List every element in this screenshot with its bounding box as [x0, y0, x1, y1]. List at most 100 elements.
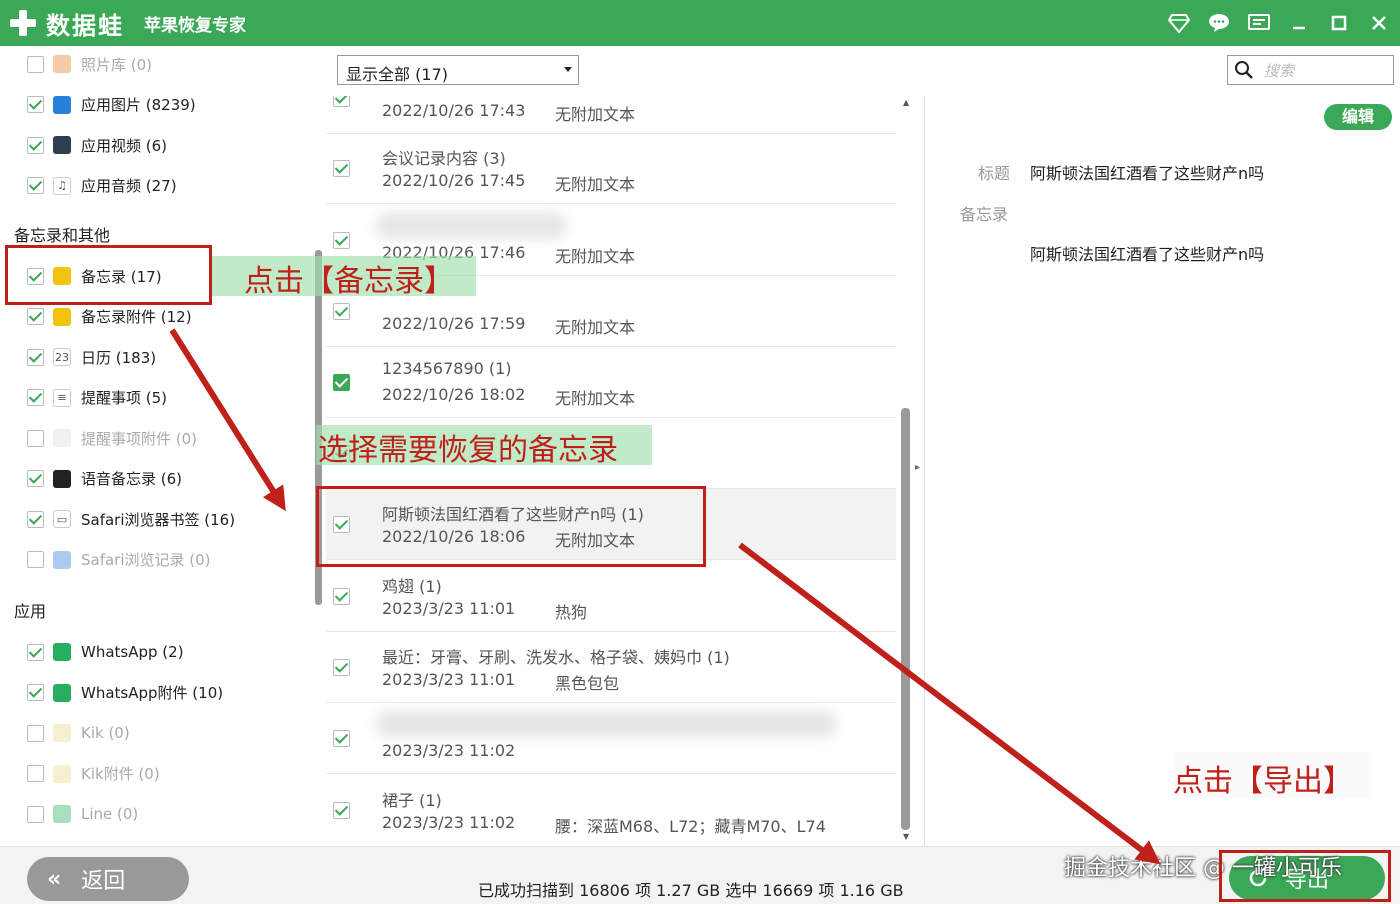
- sidebar-checkbox[interactable]: [27, 805, 44, 823]
- list-item-note: 黑色包包: [555, 674, 620, 693]
- list-item[interactable]: 会议记录内容 (3) 2022/10/26 17:45 无附加文本: [326, 133, 896, 204]
- sidebar-item[interactable]: WhatsApp (2): [0, 634, 300, 670]
- plus-logo-icon: [8, 8, 38, 38]
- annotation-click-notes: 点击【备忘录】: [244, 264, 454, 299]
- double-chevron-left-icon: «: [47, 866, 62, 892]
- title-bar: 数据蛙 苹果恢复专家: [0, 0, 1400, 46]
- sidebar-item[interactable]: 23 日历 (183): [0, 339, 300, 375]
- sidebar-checkbox[interactable]: [27, 551, 44, 568]
- sidebar-checkbox[interactable]: [27, 510, 44, 528]
- annotation-box-export: [1219, 850, 1391, 902]
- list-item[interactable]: 裙子 (1) 2023/3/23 11:02 腰：深蓝M68、L72；藏青M70、L…: [326, 775, 896, 844]
- list-item-checkbox[interactable]: [333, 730, 350, 747]
- app-video-icon: [53, 136, 71, 154]
- sidebar-checkbox[interactable]: [27, 724, 44, 742]
- app-subtitle: 苹果恢复专家: [144, 15, 246, 36]
- sidebar-item-label: 提醒事项附件 (0): [81, 429, 198, 448]
- list-item[interactable]: 2022/10/26 17:43 无附加文本: [326, 96, 896, 134]
- sidebar-item[interactable]: ♫ 应用音频 (27): [0, 168, 300, 204]
- list-item-title: 裙子 (1): [382, 791, 442, 810]
- list-item-checkbox[interactable]: [333, 160, 350, 177]
- sidebar-checkbox[interactable]: [27, 429, 44, 447]
- list-item[interactable]: 2023/3/23 11:02: [326, 703, 896, 774]
- section-notes-heading: 备忘录和其他: [14, 226, 111, 245]
- scroll-down-icon[interactable]: ▼: [903, 832, 909, 841]
- list-item-note: 无附加文本: [555, 389, 636, 408]
- list-item-checkbox[interactable]: [333, 96, 350, 107]
- sidebar-item[interactable]: ▭ Safari浏览器书签 (16): [0, 501, 300, 537]
- sidebar-checkbox[interactable]: [27, 308, 44, 325]
- sidebar-checkbox[interactable]: [27, 765, 44, 782]
- list-item-checkbox[interactable]: [333, 374, 350, 391]
- list-item-note: 腰：深蓝M68、L72；藏青M70、L74: [555, 817, 826, 836]
- list-item-date: 2023/3/23 11:01: [382, 599, 516, 618]
- sidebar-item[interactable]: Kik附件 (0): [0, 756, 300, 792]
- section-apps-heading: 应用: [14, 602, 47, 621]
- reminders-attachment-icon: [53, 429, 71, 447]
- sidebar-item[interactable]: 语音备忘录 (6): [0, 461, 300, 497]
- app-audio-icon: ♫: [53, 176, 71, 195]
- sidebar-item-label: 日历 (183): [81, 348, 157, 367]
- sidebar-item[interactable]: Safari浏览记录 (0): [0, 542, 300, 578]
- close-icon[interactable]: [1366, 10, 1392, 36]
- detail-title-label: 标题: [978, 164, 1011, 183]
- safari-history-icon: [53, 550, 71, 569]
- list-item-title: 1234567890 (1): [382, 359, 512, 378]
- line-icon: [53, 805, 71, 823]
- sidebar-item[interactable]: 应用图片 (8239): [0, 87, 300, 123]
- diamond-icon[interactable]: [1166, 10, 1192, 36]
- maximize-icon[interactable]: [1326, 10, 1352, 36]
- list-item[interactable]: 1234567890 (1) 2022/10/26 18:02 无附加文本: [326, 347, 896, 418]
- list-item-checkbox[interactable]: [333, 232, 350, 249]
- app-image-icon: [53, 95, 71, 114]
- list-item[interactable]: 最近：牙膏、牙刷、洗发水、格子袋、姨妈巾 (1) 2023/3/23 11:01 黑…: [326, 632, 896, 703]
- sidebar-item[interactable]: 提醒事项附件 (0): [0, 420, 300, 456]
- app-logo: 数据蛙: [8, 6, 124, 41]
- sidebar-checkbox[interactable]: [27, 96, 44, 113]
- filter-dropdown[interactable]: 显示全部 (17): [337, 55, 579, 85]
- list-item-title: 最近：牙膏、牙刷、洗发水、格子袋、姨妈巾 (1): [382, 648, 730, 667]
- chat-icon[interactable]: [1206, 10, 1232, 36]
- annotation-box-notes: [5, 245, 212, 305]
- sidebar-item-label: Kik (0): [81, 724, 130, 742]
- sidebar-checkbox[interactable]: [27, 470, 44, 487]
- minimize-icon[interactable]: [1286, 10, 1312, 36]
- sidebar-item[interactable]: Line (0): [0, 796, 300, 832]
- list-item-date: 2022/10/26 17:59: [382, 314, 526, 333]
- sidebar-item-label: 应用视频 (6): [81, 136, 168, 155]
- list-item-checkbox[interactable]: [333, 802, 350, 819]
- collapse-arrow-icon[interactable]: ▸: [915, 462, 920, 473]
- sidebar-checkbox[interactable]: [27, 136, 44, 154]
- list-scrollbar[interactable]: [901, 408, 910, 830]
- scan-status: 已成功扫描到 16806 项 1.27 GB 选中 16669 项 1.16 G…: [478, 881, 904, 900]
- detail-notes-label: 备忘录: [960, 205, 1009, 224]
- back-button[interactable]: « 返回: [27, 857, 189, 901]
- sidebar-item[interactable]: Kik (0): [0, 715, 300, 751]
- sidebar-item[interactable]: ≡ 提醒事项 (5): [0, 380, 300, 416]
- sidebar-checkbox[interactable]: [27, 348, 44, 366]
- scroll-up-icon[interactable]: ▲: [903, 98, 909, 107]
- feedback-icon[interactable]: [1246, 10, 1272, 36]
- sidebar-item-label: Kik附件 (0): [81, 765, 160, 783]
- list-item-note: 无附加文本: [555, 318, 636, 337]
- sidebar-checkbox[interactable]: [27, 684, 44, 701]
- sidebar-checkbox[interactable]: [27, 55, 44, 73]
- sidebar-item[interactable]: WhatsApp附件 (10): [0, 675, 300, 711]
- list-item-checkbox[interactable]: [333, 303, 350, 320]
- sidebar-checkbox[interactable]: [27, 389, 44, 406]
- list-item-note: 无附加文本: [555, 175, 636, 194]
- list-item-checkbox[interactable]: [333, 659, 350, 676]
- sidebar-checkbox[interactable]: [27, 177, 44, 194]
- sidebar-checkbox[interactable]: [27, 643, 44, 661]
- kik-icon: [53, 724, 71, 742]
- list-item-checkbox[interactable]: [333, 588, 350, 605]
- annotation-select-notes: 选择需要恢复的备忘录: [318, 433, 618, 468]
- edit-button[interactable]: 编辑: [1324, 104, 1392, 130]
- filter-selected: 显示全部 (17): [346, 65, 448, 84]
- list-item-date: 2023/3/23 11:02: [382, 813, 516, 832]
- sidebar-item-label: 应用音频 (27): [81, 177, 177, 195]
- list-item[interactable]: 鸡翅 (1) 2023/3/23 11:01 热狗: [326, 561, 896, 632]
- sidebar-item[interactable]: 应用视频 (6): [0, 127, 300, 163]
- sidebar-item-label: Line (0): [81, 805, 139, 823]
- sidebar-item[interactable]: 照片库 (0): [0, 46, 300, 82]
